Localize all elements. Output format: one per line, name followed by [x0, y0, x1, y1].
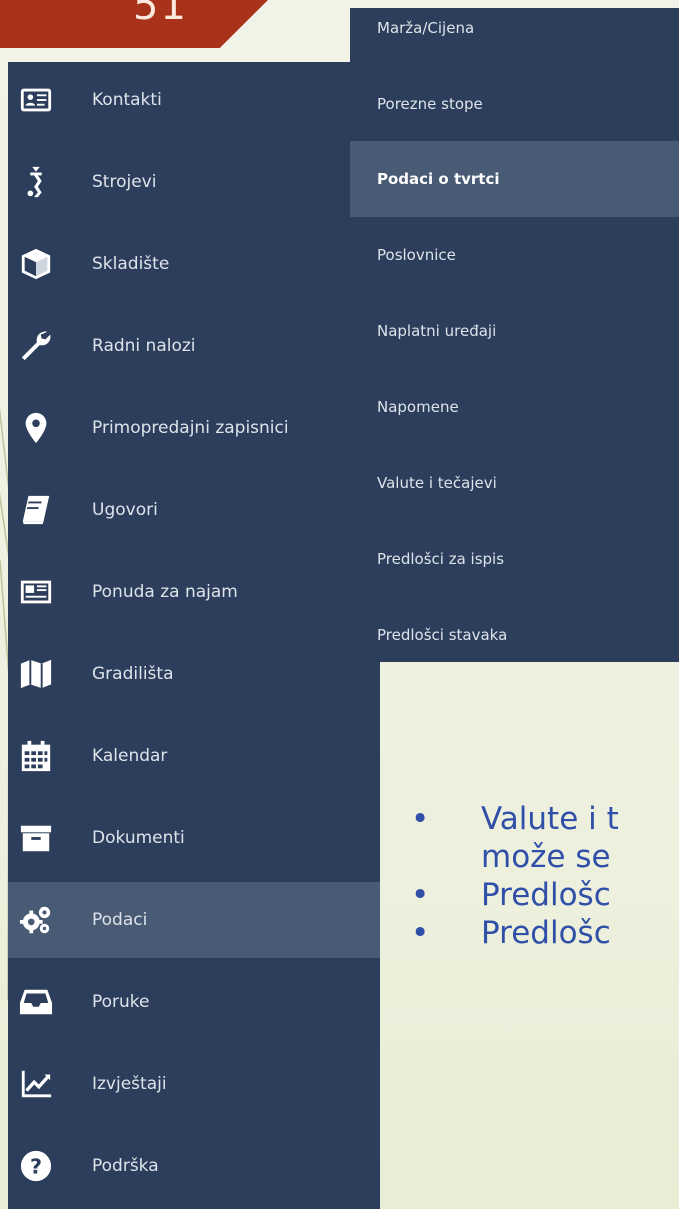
contact-card-icon — [18, 82, 54, 118]
sidebar-item-izvjestaji[interactable]: Izvještaji — [8, 1046, 380, 1122]
bullet-item: • Valute i t — [411, 800, 679, 838]
cube-icon — [18, 246, 54, 282]
sidebar-item-skladiste[interactable]: Skladište — [8, 226, 380, 302]
question-circle-icon: ? — [18, 1148, 54, 1184]
bullet-marker: • — [411, 915, 430, 951]
sidebar-item-label: Izvještaji — [92, 1074, 167, 1094]
sidebar-item-ugovori[interactable]: Ugovori — [8, 472, 380, 548]
podaci-submenu: Marža/Cijena Porezne stope Podaci o tvrt… — [350, 8, 679, 662]
archive-box-icon — [18, 820, 54, 856]
sidebar-item-podaci[interactable]: Podaci — [8, 882, 380, 958]
crane-icon — [18, 164, 54, 200]
sidebar-item-radni-nalozi[interactable]: Radni nalozi — [8, 308, 380, 384]
submenu-item-predlosci-stavaka[interactable]: Predlošci stavaka — [350, 597, 679, 673]
bullet-item: može se — [411, 838, 679, 876]
bullet-text: Predlošc — [481, 915, 611, 951]
submenu-item-valute-i-tecajevi[interactable]: Valute i tečajevi — [350, 445, 679, 521]
submenu-item-label: Naplatni uređaji — [377, 322, 497, 340]
submenu-item-label: Porezne stope — [377, 95, 483, 113]
sidebar-item-gradilista[interactable]: Gradilišta — [8, 636, 380, 712]
bullet-text: može se — [481, 839, 611, 875]
bullet-marker: • — [411, 877, 430, 913]
submenu-item-napomene[interactable]: Napomene — [350, 369, 679, 445]
submenu-item-label: Predlošci za ispis — [377, 550, 505, 568]
slide-bullet-list: • Valute i t može se • Predlošc • Predlo… — [411, 800, 679, 952]
sidebar-item-label: Podaci — [92, 910, 148, 930]
wrench-icon — [18, 328, 54, 364]
map-pin-icon — [18, 410, 54, 446]
sidebar-item-dokumenti[interactable]: Dokumenti — [8, 800, 380, 876]
sidebar-item-label: Kalendar — [92, 746, 168, 766]
sidebar-item-label: Ponuda za najam — [92, 582, 238, 602]
line-chart-icon — [18, 1066, 54, 1102]
submenu-item-label: Podaci o tvrtci — [377, 170, 500, 188]
sidebar-item-kontakti[interactable]: Kontakti — [8, 62, 380, 138]
submenu-item-label: Napomene — [377, 398, 459, 416]
bullet-item: • Predlošc — [411, 914, 679, 952]
sidebar-item-kalendar[interactable]: Kalendar — [8, 718, 380, 794]
submenu-item-label: Predlošci stavaka — [377, 626, 508, 644]
submenu-item-predlosci-za-ispis[interactable]: Predlošci za ispis — [350, 521, 679, 597]
sidebar-item-poruke[interactable]: Poruke — [8, 964, 380, 1040]
submenu-item-porezne-stope[interactable]: Porezne stope — [350, 66, 679, 142]
map-icon — [18, 656, 54, 692]
sidebar-item-label: Strojevi — [92, 172, 157, 192]
sidebar-item-label: Dokumenti — [92, 828, 185, 848]
sidebar-item-label: Ugovori — [92, 500, 158, 520]
sidebar-item-ponuda-za-najam[interactable]: Ponuda za najam — [8, 554, 380, 630]
newspaper-icon — [18, 574, 54, 610]
submenu-item-naplatni-uredaji[interactable]: Naplatni uređaji — [350, 293, 679, 369]
main-sidebar: Kontakti Strojevi Skladište Radni nalozi… — [8, 62, 380, 1209]
bullet-marker: • — [411, 801, 430, 837]
gears-icon — [18, 902, 54, 938]
sidebar-item-label: Skladište — [92, 254, 170, 274]
submenu-item-podaci-o-tvrtci[interactable]: Podaci o tvrtci — [350, 141, 679, 217]
svg-text:?: ? — [30, 1155, 42, 1179]
bullet-item: • Predlošc — [411, 876, 679, 914]
sidebar-item-label: Radni nalozi — [92, 336, 196, 356]
submenu-item-marza-cijena[interactable]: Marža/Cijena — [350, 0, 679, 66]
slide-number: 51 — [133, 0, 188, 29]
inbox-icon — [18, 984, 54, 1020]
sidebar-item-label: Podrška — [92, 1156, 159, 1176]
calendar-icon — [18, 738, 54, 774]
sidebar-item-podrska[interactable]: ? Podrška — [8, 1128, 380, 1204]
sidebar-item-label: Gradilišta — [92, 664, 174, 684]
submenu-item-label: Valute i tečajevi — [377, 474, 497, 492]
submenu-item-poslovnice[interactable]: Poslovnice — [350, 217, 679, 293]
book-icon — [18, 492, 54, 528]
sidebar-item-label: Kontakti — [92, 90, 162, 110]
sidebar-item-strojevi[interactable]: Strojevi — [8, 144, 380, 220]
sidebar-item-label: Primopredajni zapisnici — [92, 418, 289, 438]
bullet-text: Valute i t — [481, 801, 619, 837]
sidebar-item-label: Poruke — [92, 992, 150, 1012]
bullet-text: Predlošc — [481, 877, 611, 913]
submenu-item-label: Poslovnice — [377, 246, 456, 264]
submenu-item-label: Marža/Cijena — [377, 19, 475, 37]
sidebar-item-primopredajni-zapisnici[interactable]: Primopredajni zapisnici — [8, 390, 380, 466]
